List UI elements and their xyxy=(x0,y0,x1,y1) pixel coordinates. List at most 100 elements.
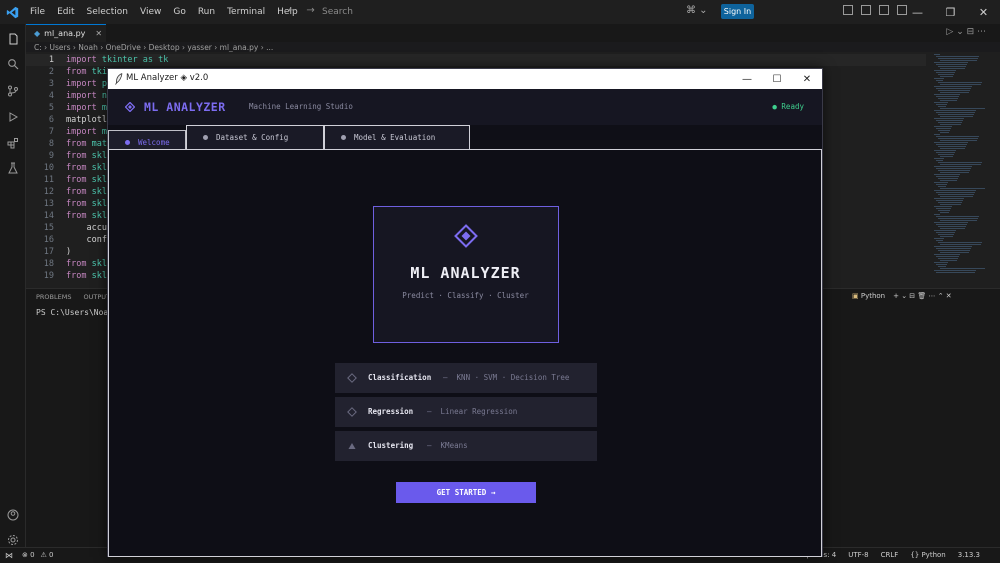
code-text: accur xyxy=(66,222,112,234)
tk-minimize-button[interactable]: — xyxy=(732,69,762,89)
panel-action-icons[interactable]: + ⌄ ⊟ 🗑 ⋯ ⌃ ✕ xyxy=(893,292,952,300)
menu-file[interactable]: File xyxy=(24,7,51,17)
code-line[interactable]: 1 import tkinter as tk xyxy=(26,54,926,66)
breadcrumb[interactable]: C: › Users › Noah › OneDrive › Desktop ›… xyxy=(34,43,273,52)
feature-row-clustering: Clustering — KMeans xyxy=(335,431,597,461)
status-left: ⊗ 0 ⚠ 0 xyxy=(22,551,54,559)
terminal-python-chip[interactable]: ▣ Python xyxy=(852,292,885,300)
panel-tab-output[interactable]: OUTPUT xyxy=(83,293,110,301)
minimap-line xyxy=(936,80,943,81)
minimap-line xyxy=(936,104,947,105)
panel-tabs: PROBLEMS OUTPUT xyxy=(36,293,110,301)
code-keyword: from xyxy=(66,187,87,197)
testing-icon[interactable] xyxy=(7,159,19,174)
menu-run[interactable]: Run xyxy=(192,7,221,17)
minimap-line xyxy=(934,142,968,143)
status-warnings[interactable]: ⚠ 0 xyxy=(41,551,54,559)
editor-tab-bar: ◆ ml_ana.py ✕ ▷ ⌄ ⊟ ⋯ xyxy=(26,24,1000,42)
terminal-prompt[interactable]: PS C:\Users\Noah> xyxy=(36,308,118,317)
minimap-line xyxy=(940,76,953,77)
status-python-version[interactable]: 3.13.3 xyxy=(958,551,980,559)
source-control-icon[interactable] xyxy=(7,82,19,97)
tab-dataset-config[interactable]: Dataset & Config xyxy=(186,125,324,149)
nav-forward-icon[interactable]: → xyxy=(306,5,314,16)
tab-model-evaluation[interactable]: Model & Evaluation xyxy=(324,125,470,149)
minimap-line xyxy=(938,170,970,171)
explorer-icon[interactable] xyxy=(7,30,19,45)
minimap-line xyxy=(938,154,954,155)
menu-view[interactable]: View xyxy=(134,7,167,17)
line-number: 11 xyxy=(43,175,54,185)
line-number: 16 xyxy=(43,235,54,245)
editor-tab-ml-ana[interactable]: ◆ ml_ana.py ✕ xyxy=(26,24,106,42)
layout-controls xyxy=(843,5,907,15)
run-debug-icon[interactable] xyxy=(7,108,19,122)
vscode-close-button[interactable]: ✕ xyxy=(967,0,1000,24)
vscode-command-search[interactable]: Search xyxy=(322,5,674,19)
status-errors[interactable]: ⊗ 0 xyxy=(22,551,35,559)
hero-title: ML ANALYZER xyxy=(410,264,521,282)
search-placeholder: Search xyxy=(322,7,353,17)
sign-in-button[interactable]: Sign In xyxy=(721,4,754,19)
menu-go[interactable]: Go xyxy=(167,7,191,17)
vscode-minimize-button[interactable]: — xyxy=(901,0,934,24)
panel-tab-problems[interactable]: PROBLEMS xyxy=(36,293,71,301)
minimap-line xyxy=(936,56,979,57)
line-number: 7 xyxy=(48,127,54,137)
minimap-line xyxy=(934,254,960,255)
minimap-line xyxy=(940,236,953,237)
minimap-line xyxy=(934,102,948,103)
minimap-line xyxy=(934,126,952,127)
minimap-line xyxy=(940,212,949,213)
menu-selection[interactable]: Selection xyxy=(81,7,134,17)
editor-run-actions[interactable]: ▷ ⌄ ⊟ ⋯ xyxy=(946,27,986,37)
vscode-maximize-button[interactable]: ❐ xyxy=(934,0,967,24)
code-text: confu xyxy=(66,234,112,246)
remote-icon[interactable]: ⋈ xyxy=(0,548,18,563)
minimap-line xyxy=(934,94,960,95)
minimap-line xyxy=(938,242,982,243)
menu-edit[interactable]: Edit xyxy=(51,7,80,17)
minimap-line xyxy=(938,106,946,107)
status-badge: ● Ready xyxy=(772,102,804,111)
toggle-sidebar-icon[interactable] xyxy=(843,5,853,15)
minimap-line xyxy=(934,174,960,175)
toggle-panel-icon[interactable] xyxy=(861,5,871,15)
ml-analyzer-window: ML Analyzer ◈ v2.0 — ☐ ✕ ML ANALYZER Mac… xyxy=(107,68,823,557)
tk-close-button[interactable]: ✕ xyxy=(792,69,822,89)
extensions-icon[interactable] xyxy=(7,134,19,149)
minimap-line xyxy=(938,122,962,123)
minimap-line xyxy=(938,210,950,211)
minimap-line xyxy=(934,62,968,63)
status-eol[interactable]: CRLF xyxy=(881,551,899,559)
minimap-line xyxy=(938,146,966,147)
code-text: import tkinter as tk xyxy=(66,54,168,66)
copilot-icon[interactable]: ⌘ ⌄ xyxy=(686,5,708,16)
account-icon[interactable] xyxy=(7,506,19,521)
search-icon[interactable] xyxy=(7,55,19,70)
status-encoding[interactable]: UTF-8 xyxy=(848,551,868,559)
feature-desc: — KNN · SVM · Decision Tree xyxy=(443,373,570,382)
minimap-line xyxy=(938,266,946,267)
feature-name: Classification xyxy=(368,373,432,382)
settings-gear-icon[interactable] xyxy=(7,531,19,545)
tk-titlebar[interactable]: ML Analyzer ◈ v2.0 — ☐ ✕ xyxy=(108,69,822,89)
menu-terminal[interactable]: Terminal xyxy=(221,7,271,17)
nav-back-icon[interactable]: ← xyxy=(288,5,296,16)
status-language[interactable]: {} Python xyxy=(910,551,945,559)
code-keyword: from xyxy=(66,211,87,221)
line-number: 9 xyxy=(48,151,54,161)
activity-bar xyxy=(0,24,26,547)
tk-maximize-button[interactable]: ☐ xyxy=(762,69,792,89)
get-started-button[interactable]: GET STARTED → xyxy=(396,482,536,503)
minimap[interactable] xyxy=(932,52,987,288)
code-text: from skle xyxy=(66,174,112,186)
code-keyword: import xyxy=(66,79,97,89)
code-rest: m xyxy=(96,127,107,137)
tab-close-icon[interactable]: ✕ xyxy=(95,29,102,38)
toggle-secondary-sidebar-icon[interactable] xyxy=(879,5,889,15)
code-keyword: from xyxy=(66,259,87,269)
line-number: 6 xyxy=(48,115,54,125)
code-text: from skle xyxy=(66,270,112,282)
minimap-line xyxy=(934,134,940,135)
